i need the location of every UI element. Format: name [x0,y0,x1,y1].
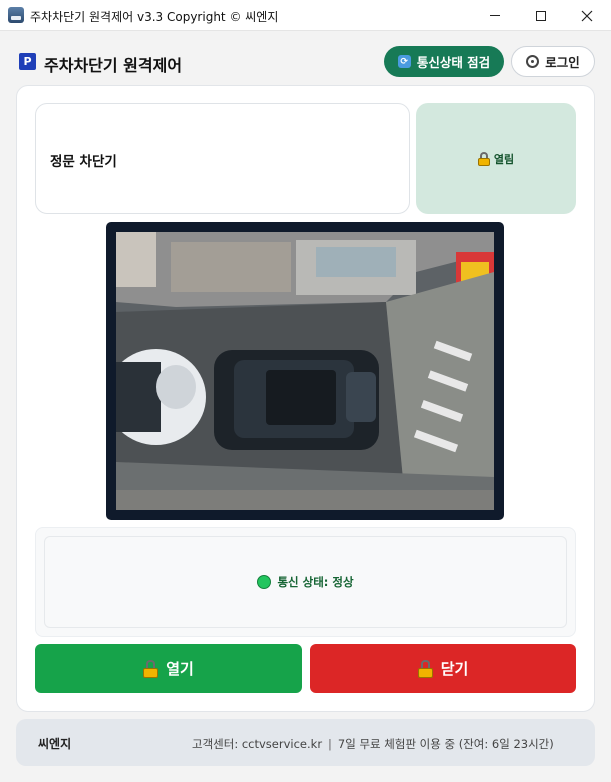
check-connection-button[interactable]: ⟳ 통신상태 점검 [384,46,504,77]
app-title: 주차차단기 원격제어 [44,56,183,75]
footer-info: 고객센터: cctvservice.kr | 7일 무료 체험판 이용 중 (잔여:… [192,736,554,752]
support-link[interactable]: 고객센터: cctvservice.kr [192,737,322,751]
gate-name: 정문 차단기 [50,154,117,170]
lock-icon [477,151,490,166]
gear-icon [526,55,540,68]
status-indicator-icon [257,575,272,589]
app-icon [8,7,24,23]
close-icon [581,10,593,21]
footer-brand: 씨엔지 [38,737,72,751]
camera-feed [116,232,494,510]
close-window-button[interactable] [564,0,610,31]
close-gate-button[interactable]: 닫기 [310,644,576,693]
footer-separator: | [328,737,332,751]
window-titlebar: 주차차단기 원격제어 v3.3 Copyright © 씨엔지 [0,0,611,31]
refresh-icon: ⟳ [397,55,411,68]
close-gate-label: 닫기 [440,660,469,678]
gate-state-text: 열림 [493,152,515,166]
camera-frame [106,222,504,520]
minimize-button[interactable] [472,0,518,31]
lock-icon [143,659,159,678]
lock-icon [417,659,433,678]
gate-state-card: 열림 [416,103,576,214]
status-box: 통신 상태: 정상 [44,536,567,628]
window-title: 주차차단기 원격제어 v3.3 Copyright © 씨엔지 [30,10,279,24]
open-gate-label: 열기 [166,660,194,678]
maximize-button[interactable] [518,0,564,31]
login-label: 로그인 [545,55,580,70]
login-button[interactable]: 로그인 [511,46,595,77]
parking-icon: P [19,53,36,70]
check-connection-label: 통신상태 점검 [416,55,491,70]
minimize-icon [490,15,500,16]
open-gate-button[interactable]: 열기 [35,644,302,693]
camera-image [116,232,494,510]
maximize-icon [536,10,546,21]
status-text: 통신 상태: 정상 [277,575,354,589]
trial-text: 7일 무료 체험판 이용 중 (잔여: 6일 23시간) [337,737,554,751]
